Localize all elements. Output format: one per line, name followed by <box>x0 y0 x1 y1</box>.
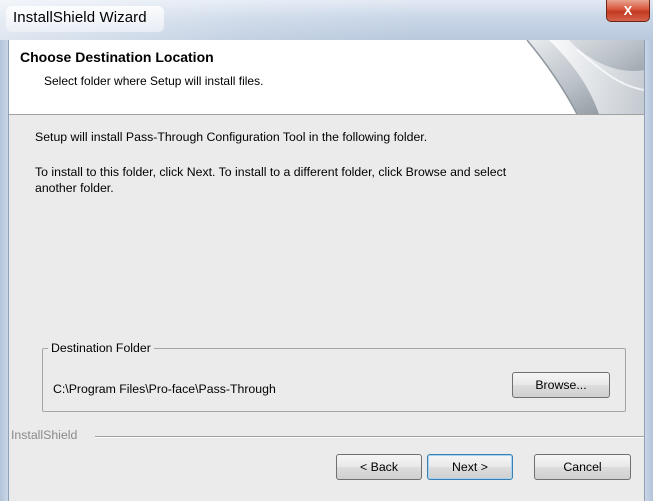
dialog-client-area: Choose Destination Location Select folde… <box>8 40 645 501</box>
installshield-brand-label: InstallShield <box>11 428 82 442</box>
page-subtitle: Select folder where Setup will install f… <box>44 74 264 88</box>
destination-path: C:\Program Files\Pro-face\Pass-Through <box>53 382 276 396</box>
info-text-install-target: Setup will install Pass-Through Configur… <box>35 130 428 144</box>
cancel-button[interactable]: Cancel <box>534 454 631 480</box>
page-curl-art <box>526 40 644 114</box>
window-frame-left <box>0 40 8 501</box>
installshield-divider <box>95 436 644 438</box>
destination-folder-label: Destination Folder <box>48 341 154 355</box>
next-button[interactable]: Next > <box>427 454 513 480</box>
page-title: Choose Destination Location <box>20 49 214 65</box>
title-bar[interactable]: InstallShield Wizard X <box>0 0 653 40</box>
close-button[interactable]: X <box>606 0 650 22</box>
window-title: InstallShield Wizard <box>13 9 147 26</box>
installshield-window: InstallShield Wizard X Choose Destinatio… <box>0 0 653 501</box>
close-icon: X <box>623 3 633 18</box>
window-frame-right <box>645 40 653 501</box>
browse-button[interactable]: Browse... <box>512 372 610 398</box>
wizard-header: Choose Destination Location Select folde… <box>9 40 644 115</box>
back-button[interactable]: < Back <box>336 454 422 480</box>
info-text-instructions-line1: To install to this folder, click Next. T… <box>35 165 507 179</box>
info-text-instructions-line2: another folder. <box>35 181 114 195</box>
